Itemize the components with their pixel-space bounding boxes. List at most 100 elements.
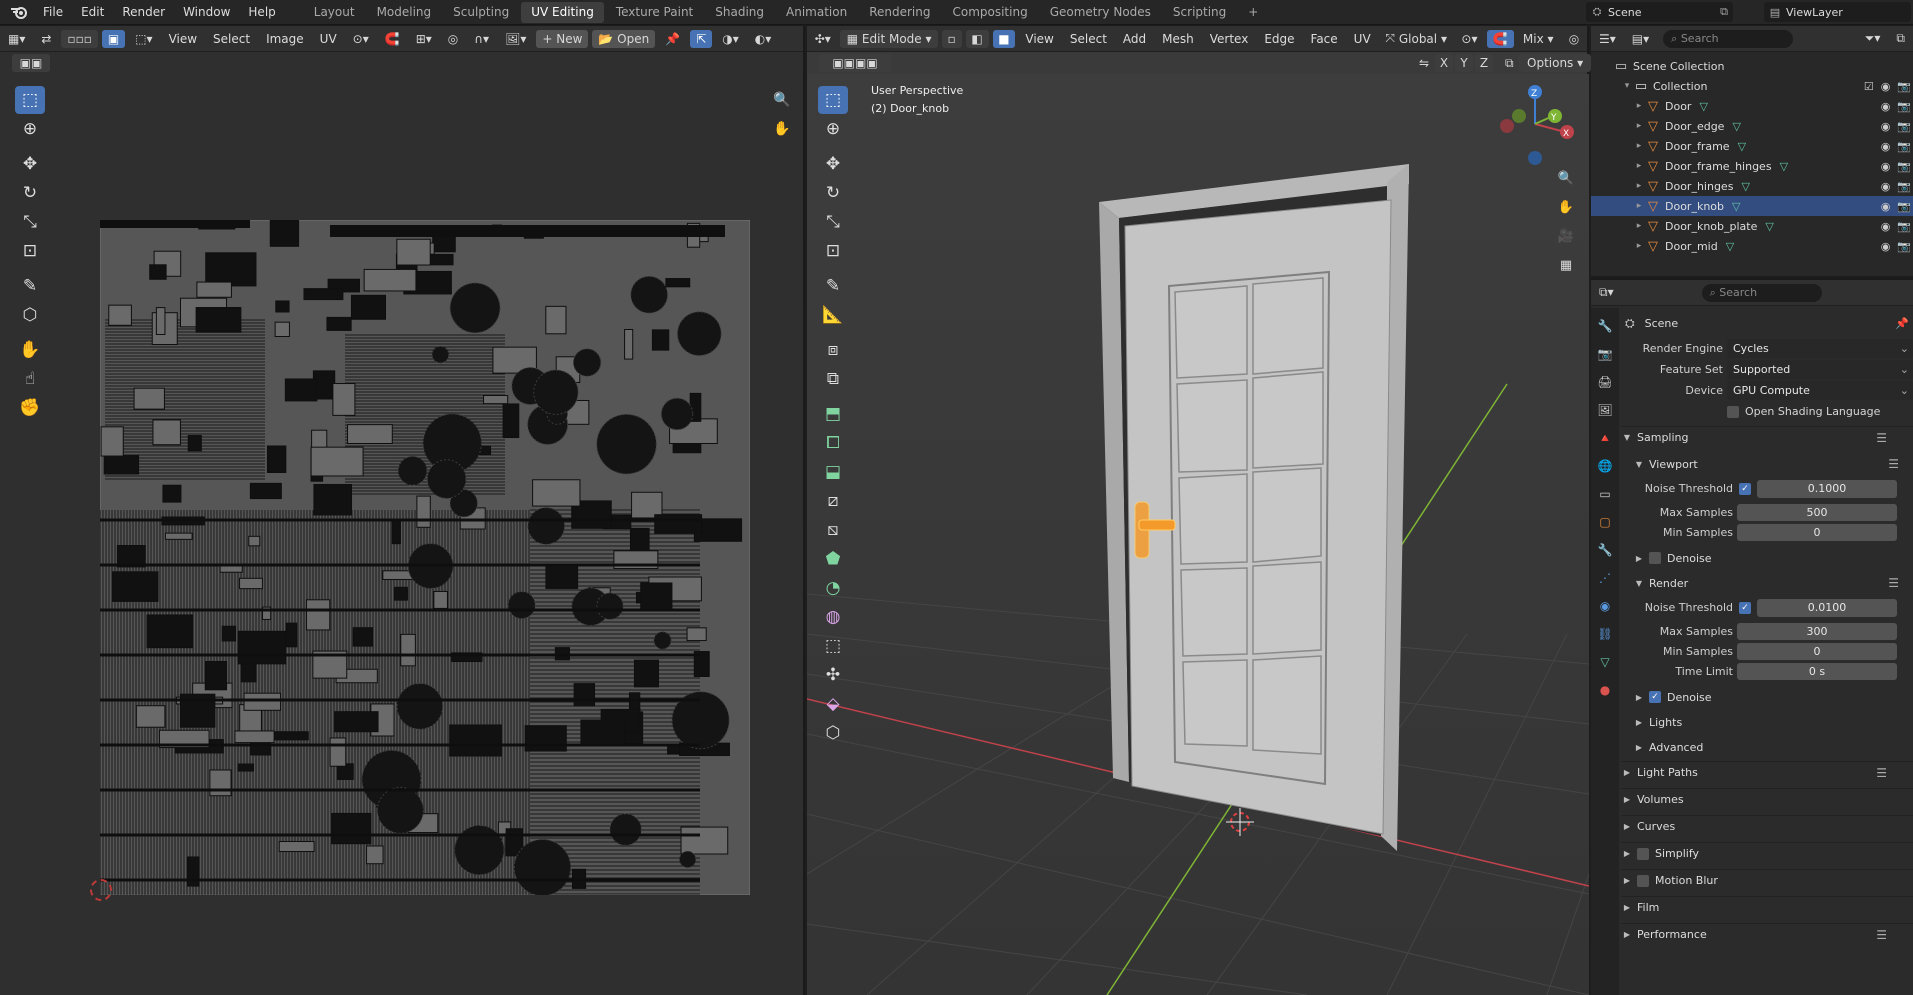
collapse-icon[interactable]: ▾ [1621, 81, 1633, 91]
uv-island[interactable] [186, 856, 200, 887]
uv-island[interactable] [249, 482, 282, 500]
uv-island[interactable] [572, 348, 602, 377]
tab-animation[interactable]: Animation [776, 2, 857, 23]
uv-menu-uv[interactable]: UV [312, 32, 345, 46]
menu-window[interactable]: Window [174, 0, 239, 25]
panel-toggle-icon[interactable]: ▶ [1621, 849, 1633, 858]
viewport-menu-edge[interactable]: Edge [1256, 32, 1302, 46]
volumes-panel[interactable]: ▶ Volumes [1621, 788, 1913, 810]
uv-island[interactable] [187, 435, 202, 452]
uv-island[interactable] [416, 495, 431, 528]
outliner-search-input[interactable]: ⌕ Search [1663, 29, 1794, 48]
vp-measure-icon[interactable]: 📐 [818, 301, 848, 329]
uv-island[interactable] [527, 507, 566, 545]
uv-island[interactable] [654, 514, 703, 534]
rip-tool-icon[interactable]: ⬡ [15, 301, 45, 329]
gizmo-icon[interactable]: ⇱ [690, 29, 713, 48]
outliner-item-door-knob-plate[interactable]: ▸ ▽ Door_knob_plate ▽ ◉ 📷 [1591, 216, 1913, 236]
expand-icon[interactable]: ▸ [1633, 181, 1645, 191]
uv-island[interactable] [196, 281, 232, 298]
proportional-icon[interactable]: ◎ [1563, 30, 1585, 48]
render-noise-threshold-checkbox[interactable]: ✓ [1739, 601, 1751, 614]
device-dropdown[interactable]: GPU Compute ⌄ [1727, 381, 1913, 400]
select-mode-icons[interactable]: ▫▫▫ [61, 29, 98, 48]
uv-map-canvas[interactable] [100, 220, 750, 895]
panel-toggle-icon[interactable]: ▶ [1621, 822, 1633, 831]
mesh-data-icon[interactable]: ▽ [1732, 200, 1740, 213]
uv-island[interactable] [152, 419, 181, 446]
mesh-data-icon[interactable]: ▽ [1780, 160, 1788, 173]
tab-sculpting[interactable]: Sculpting [443, 2, 519, 23]
select-box-tool-icon[interactable]: ⬚ [15, 86, 45, 114]
outliner-item-door-frame[interactable]: ▸ ▽ Door_frame ▽ ◉ 📷 [1591, 136, 1913, 156]
simplify-panel[interactable]: ▶ Simplify [1621, 842, 1913, 864]
image-browse-icon[interactable]: 🖼▾ [499, 30, 532, 48]
camera-icon[interactable]: 📷 [1897, 160, 1911, 173]
overlay-icon[interactable]: ◑▾ [716, 30, 745, 48]
uv-menu-select[interactable]: Select [205, 32, 258, 46]
vp-select-box-icon[interactable]: ⬚ [818, 86, 848, 114]
proportional-edit-icon[interactable]: ◎ [442, 30, 464, 48]
viewport-max-samples-field[interactable]: 500 [1737, 503, 1897, 521]
channel-icon[interactable]: ◐▾ [749, 30, 778, 48]
camera-icon[interactable]: 📷 [1897, 180, 1911, 193]
relax-tool-icon[interactable]: ☝ [15, 365, 45, 393]
uv-island[interactable] [431, 345, 450, 364]
render-denoise-checkbox[interactable]: ✓ [1649, 691, 1661, 703]
uv-island[interactable] [331, 812, 372, 845]
mesh-data-icon[interactable]: ▽ [1699, 100, 1707, 113]
mesh-data-icon[interactable]: ▽ [1732, 120, 1740, 133]
uv-island[interactable] [633, 659, 660, 688]
mirror-icon[interactable]: ⇋ [1413, 54, 1435, 72]
open-shading-language-checkbox[interactable] [1727, 405, 1739, 418]
uv-island[interactable] [237, 763, 254, 772]
annotate-tool-icon[interactable]: ✎ [15, 272, 45, 300]
camera-icon[interactable]: 📷 [1897, 140, 1911, 153]
simplify-panel-checkbox[interactable] [1637, 847, 1649, 860]
edge-select-icon[interactable]: ◧ [965, 29, 989, 48]
uv-island[interactable] [363, 268, 417, 292]
uv-island[interactable] [483, 395, 509, 405]
panel-toggle-icon[interactable]: ▶ [1621, 768, 1633, 777]
tab-scripting[interactable]: Scripting [1163, 2, 1236, 23]
motion-blur-panel-checkbox[interactable] [1637, 874, 1649, 887]
uv-island[interactable] [112, 571, 159, 602]
zoom-icon[interactable]: 🔍 [767, 86, 797, 114]
uv-island[interactable] [347, 424, 393, 445]
uv-island[interactable] [274, 321, 290, 337]
vp-extrude-icon[interactable]: ⬒ [818, 400, 848, 428]
uv-island[interactable] [205, 252, 257, 287]
panel-presets-icon[interactable]: ☰ [1876, 766, 1887, 780]
panel-presets-icon[interactable]: ☰ [1876, 431, 1887, 445]
vp-knife-icon[interactable]: ⧅ [818, 516, 848, 544]
expand-icon[interactable]: ▸ [1633, 121, 1645, 131]
pivot-icon[interactable]: ⊙▾ [347, 30, 375, 48]
uv-island[interactable] [432, 235, 456, 253]
light-paths-panel[interactable]: ▶ Light Paths ☰ [1621, 761, 1913, 783]
render-time-limit-field[interactable]: 0 s [1737, 662, 1897, 680]
uv-island[interactable] [221, 625, 237, 642]
uv-island[interactable] [237, 630, 287, 665]
curves-panel[interactable]: ▶ Curves [1621, 815, 1913, 837]
uv-island[interactable] [278, 841, 315, 853]
cursor-tool-icon[interactable]: ⊕ [15, 115, 45, 143]
snap-icon[interactable]: 🧲 [379, 30, 406, 48]
uv-island[interactable] [330, 225, 725, 237]
blender-logo-icon[interactable] [10, 5, 28, 19]
mesh-data-icon[interactable]: ▽ [1741, 180, 1749, 193]
scale-tool-icon[interactable]: ⤡ [15, 208, 45, 236]
render-noise-threshold-field[interactable]: 0.0100 [1757, 598, 1897, 617]
vp-shear-icon[interactable]: ⬙ [818, 690, 848, 718]
snap-mix-selector[interactable]: Mix ▾ [1518, 30, 1559, 48]
feature-set-dropdown[interactable]: Supported ⌄ [1727, 360, 1913, 379]
expand-icon[interactable]: ▸ [1633, 241, 1645, 251]
rotate-tool-icon[interactable]: ↻ [15, 179, 45, 207]
subpanel-toggle-icon[interactable]: ▼ [1633, 579, 1645, 588]
visibility-icons[interactable]: ◉ 📷 [1881, 240, 1911, 253]
uv-island[interactable] [234, 730, 275, 744]
sync-selection-icon[interactable]: ⇄ [35, 30, 57, 48]
outliner-item-door[interactable]: ▸ ▽ Door ▽ ◉ 📷 [1591, 96, 1913, 116]
uv-island[interactable] [376, 786, 424, 834]
collection-row[interactable]: ▾ ▭ Collection ☑ ◉ 📷 [1591, 76, 1913, 96]
menu-edit[interactable]: Edit [72, 0, 113, 25]
